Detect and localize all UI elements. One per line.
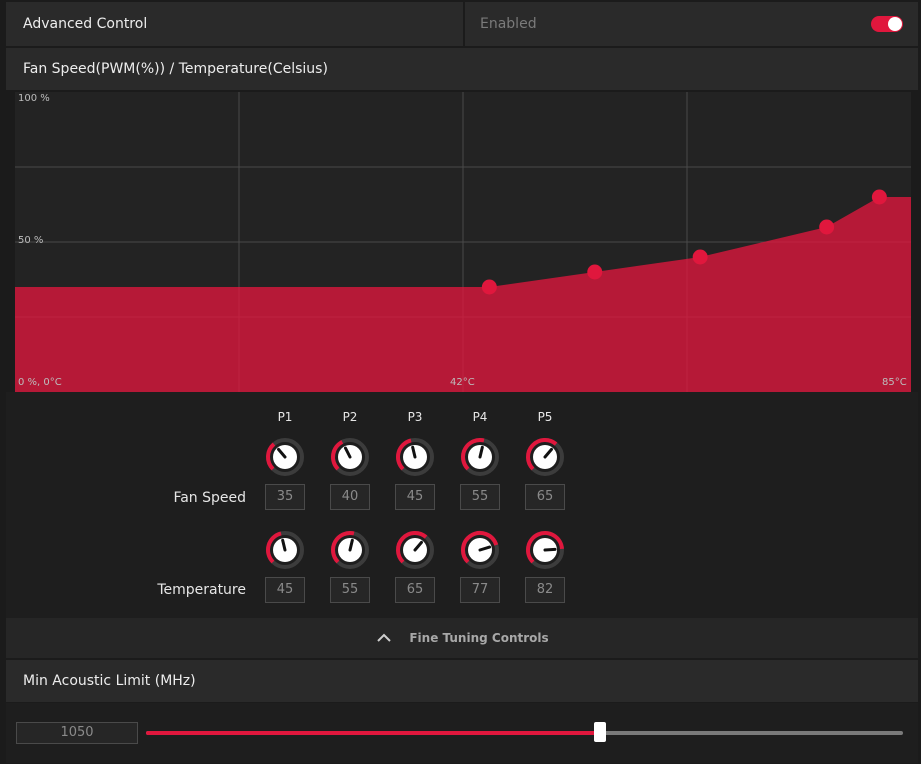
- temperature-dial-p1[interactable]: [265, 530, 305, 570]
- fan-speed-input-p5[interactable]: 65: [525, 484, 565, 510]
- fan-speed-dial-p5[interactable]: [525, 437, 565, 477]
- advanced-control-status: Enabled: [480, 16, 537, 32]
- temperature-dial-p3[interactable]: [395, 530, 435, 570]
- dial-icon: [396, 531, 434, 569]
- fan-speed-dial-p4[interactable]: [460, 437, 500, 477]
- advanced-control-row: Advanced Control Enabled: [6, 2, 918, 46]
- fine-tuning-toggle[interactable]: Fine Tuning Controls: [6, 618, 918, 658]
- point-column-label: P1: [277, 410, 293, 424]
- fan-curve-header: Fan Speed(PWM(%)) / Temperature(Celsius): [6, 48, 918, 90]
- x-tick-85: 85°C: [882, 377, 907, 388]
- dial-icon: [266, 438, 304, 476]
- dial-icon: [331, 438, 369, 476]
- origin-tick: 0 %, 0°C: [18, 377, 62, 388]
- temperature-input-p2[interactable]: 55: [330, 577, 370, 603]
- fan-speed-row-label: Fan Speed: [173, 490, 246, 506]
- fan-speed-dial-p1[interactable]: [265, 437, 305, 477]
- divider: [463, 2, 465, 46]
- point-column-label: P4: [472, 410, 488, 424]
- fan-speed-input-p2[interactable]: 40: [330, 484, 370, 510]
- toggle-knob: [888, 17, 902, 31]
- dial-icon: [461, 438, 499, 476]
- fan-speed-input-p3[interactable]: 45: [395, 484, 435, 510]
- point-column-label: P5: [537, 410, 553, 424]
- curve-point-p3[interactable]: [692, 249, 708, 265]
- curve-points-panel: Fan Speed Temperature P1 35 45 P2 40 55 P3 45 65…: [6, 392, 918, 618]
- curve-point-p5[interactable]: [871, 189, 887, 205]
- dial-icon: [396, 438, 434, 476]
- dial-icon: [266, 531, 304, 569]
- fan-speed-dial-p3[interactable]: [395, 437, 435, 477]
- fan-curve-svg: [15, 92, 911, 392]
- temperature-dial-p4[interactable]: [460, 530, 500, 570]
- acoustic-limit-input[interactable]: 1050: [16, 722, 138, 744]
- temperature-input-p3[interactable]: 65: [395, 577, 435, 603]
- curve-point-p4[interactable]: [819, 219, 835, 235]
- temperature-row-label: Temperature: [157, 582, 246, 598]
- fan-curve-chart: 100 % 50 % 0 %, 0°C 42°C 85°C: [15, 92, 911, 392]
- slider-thumb[interactable]: [594, 722, 607, 742]
- fan-speed-input-p4[interactable]: 55: [460, 484, 500, 510]
- point-column-label: P2: [342, 410, 358, 424]
- dial-icon: [526, 438, 564, 476]
- curve-point-p1[interactable]: [481, 279, 497, 295]
- x-tick-42: 42°C: [450, 377, 475, 388]
- temperature-dial-p2[interactable]: [330, 530, 370, 570]
- chevron-up-icon: [377, 633, 392, 642]
- point-column-label: P3: [407, 410, 423, 424]
- temperature-dial-p5[interactable]: [525, 530, 565, 570]
- temperature-input-p5[interactable]: 82: [525, 577, 565, 603]
- fan-speed-input-p1[interactable]: 35: [265, 484, 305, 510]
- dial-icon: [331, 531, 369, 569]
- advanced-control-label: Advanced Control: [23, 16, 148, 32]
- y-tick-100: 100 %: [18, 93, 50, 104]
- fan-curve-title: Fan Speed(PWM(%)) / Temperature(Celsius): [23, 61, 328, 77]
- acoustic-limit-row: 1050: [6, 703, 918, 763]
- slider-fill: [146, 731, 601, 735]
- dial-icon: [526, 531, 564, 569]
- dial-icon: [461, 531, 499, 569]
- temperature-input-p4[interactable]: 77: [460, 577, 500, 603]
- acoustic-limit-title: Min Acoustic Limit (MHz): [23, 673, 196, 689]
- curve-point-p2[interactable]: [587, 264, 603, 280]
- advanced-control-toggle[interactable]: [871, 16, 903, 32]
- y-tick-50: 50 %: [18, 235, 44, 246]
- acoustic-limit-header: Min Acoustic Limit (MHz): [6, 660, 918, 702]
- fan-speed-dial-p2[interactable]: [330, 437, 370, 477]
- acoustic-limit-slider[interactable]: [146, 722, 903, 742]
- fine-tuning-label: Fine Tuning Controls: [409, 631, 549, 645]
- temperature-input-p1[interactable]: 45: [265, 577, 305, 603]
